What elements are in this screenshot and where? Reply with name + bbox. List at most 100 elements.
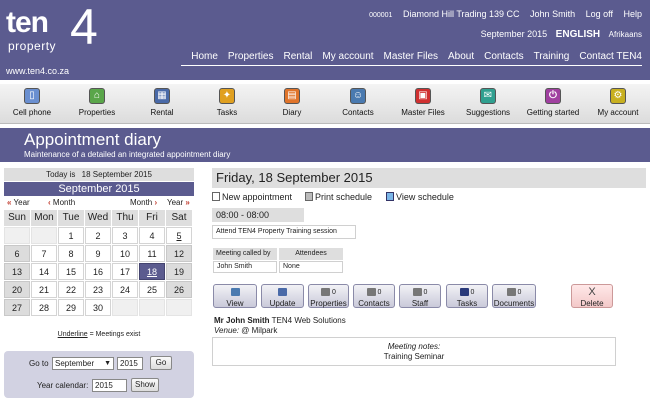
go-button[interactable]: Go <box>150 356 172 370</box>
ten4-logo[interactable]: ten 4 property <box>6 2 106 56</box>
documents-button[interactable]: 0 Documents <box>492 284 536 308</box>
next-year-link[interactable]: Year » <box>167 198 190 207</box>
calendar-day[interactable]: 1 <box>58 227 84 244</box>
meeting-table-header: Meeting called by Attendees <box>213 248 345 260</box>
calendar-empty-cell <box>166 299 192 316</box>
calendar-day[interactable]: 13 <box>4 263 30 280</box>
toolbar-my-account[interactable]: ⚙ My account <box>583 88 650 117</box>
calendar-day[interactable]: 27 <box>4 299 30 316</box>
toolbar-label: Cell phone <box>12 108 52 117</box>
toolbar-label: Properties <box>78 108 116 117</box>
next-month-link[interactable]: Month › <box>130 198 157 207</box>
calendar-day[interactable]: 8 <box>58 245 84 262</box>
calendar-day[interactable]: 9 <box>85 245 111 262</box>
language-english[interactable]: ENGLISH <box>556 29 600 40</box>
toolbar-cell-phone[interactable]: ▯ Cell phone <box>0 88 67 117</box>
master-files-icon: ▣ <box>415 88 431 104</box>
calendar-day[interactable]: 23 <box>85 281 111 298</box>
logoff-link[interactable]: Log off <box>586 9 613 19</box>
toolbar-diary[interactable]: ▤ Diary <box>257 88 327 117</box>
calendar-day[interactable]: 20 <box>4 281 30 298</box>
calendar-day[interactable]: 30 <box>85 299 111 316</box>
show-button[interactable]: Show <box>131 378 159 392</box>
toolbar-tasks[interactable]: ✦ Tasks <box>192 88 262 117</box>
nav-rental[interactable]: Rental <box>284 51 313 65</box>
year-calendar-input[interactable]: 2015 <box>92 379 127 392</box>
calendar-day[interactable]: 6 <box>4 245 30 262</box>
goto-year-input[interactable]: 2015 <box>117 357 143 370</box>
appointment-time: 08:00 - 08:00 <box>212 208 304 222</box>
calendar-day[interactable]: 7 <box>31 245 57 262</box>
print-schedule-label: Print schedule <box>315 192 373 202</box>
calendar-day-with-meetings[interactable]: 5 <box>166 227 192 244</box>
contacts-button[interactable]: 0 Contacts <box>353 284 395 308</box>
toolbar-label: Tasks <box>216 108 238 117</box>
calendar-day[interactable]: 24 <box>112 281 138 298</box>
prev-month-link[interactable]: ‹ Month <box>48 198 75 207</box>
calendar-day[interactable]: 28 <box>31 299 57 316</box>
meeting-notes-value: Training Seminar <box>383 352 445 361</box>
goto-month-select[interactable]: September ▼ <box>52 357 114 370</box>
calendar-day[interactable]: 21 <box>31 281 57 298</box>
contacts-icon: ☺ <box>350 88 366 104</box>
staff-button[interactable]: 0 Staff <box>399 284 441 308</box>
legend-underline: Underline <box>57 331 88 338</box>
toolbar-properties[interactable]: ⌂ Properties <box>62 88 132 117</box>
calendar-day[interactable]: 15 <box>58 263 84 280</box>
view-schedule-link[interactable]: View schedule <box>386 192 454 202</box>
toolbar-contacts[interactable]: ☺ Contacts <box>323 88 393 117</box>
calendar-day[interactable]: 10 <box>112 245 138 262</box>
calendar-week: 6 7 8 9 10 11 12 <box>4 245 194 262</box>
calendar-day[interactable]: 19 <box>166 263 192 280</box>
calendar-day[interactable]: 4 <box>139 227 165 244</box>
legend-text: = Meetings exist <box>87 331 141 338</box>
calendar-week: 13 14 15 16 17 18 19 <box>4 263 194 280</box>
calendar-day[interactable]: 17 <box>112 263 138 280</box>
new-appointment-link[interactable]: New appointment <box>212 192 292 202</box>
nav-home[interactable]: Home <box>191 51 218 65</box>
help-link[interactable]: Help <box>623 9 642 19</box>
properties-button[interactable]: 0 Properties <box>308 284 349 308</box>
toolbar-label: Master Files <box>401 108 445 117</box>
nav-about[interactable]: About <box>448 51 474 65</box>
calendar-day-selected[interactable]: 18 <box>139 263 165 280</box>
goto-label: Go to <box>29 359 49 368</box>
calendar-day[interactable]: 3 <box>112 227 138 244</box>
calendar-day[interactable]: 25 <box>139 281 165 298</box>
toolbar-rental[interactable]: ▦ Rental <box>127 88 197 117</box>
site-url[interactable]: www.ten4.co.za <box>6 66 69 76</box>
today-label: Today is <box>46 170 76 179</box>
prev-year-label: Year <box>13 198 30 207</box>
language-afrikaans[interactable]: Afrikaans <box>609 30 642 39</box>
delete-button[interactable]: X Delete <box>571 284 613 308</box>
calendar-day[interactable]: 2 <box>85 227 111 244</box>
weekday-thu: Thu <box>112 210 138 226</box>
calendar-day[interactable]: 16 <box>85 263 111 280</box>
calendar-day[interactable]: 26 <box>166 281 192 298</box>
app-header: ten 4 property www.ten4.co.za 000001 Dia… <box>0 0 650 80</box>
suggestions-icon: ✉ <box>480 88 496 104</box>
toolbar-master-files[interactable]: ▣ Master Files <box>388 88 458 117</box>
nav-my-account[interactable]: My account <box>322 51 373 65</box>
toolbar-getting-started[interactable]: ⏻ Getting started <box>518 88 588 117</box>
nav-properties[interactable]: Properties <box>228 51 274 65</box>
toolbar-suggestions[interactable]: ✉ Suggestions <box>453 88 523 117</box>
nav-training[interactable]: Training <box>534 51 570 65</box>
next-month-label: Month <box>130 198 153 207</box>
print-schedule-link[interactable]: Print schedule <box>305 192 372 202</box>
weekday-sat: Sat <box>166 210 192 226</box>
meeting-called-by-value: John Smith <box>213 261 277 273</box>
calendar-day[interactable]: 22 <box>58 281 84 298</box>
update-button[interactable]: Update <box>261 284 304 308</box>
nav-master-files[interactable]: Master Files <box>384 51 438 65</box>
nav-contacts[interactable]: Contacts <box>484 51 523 65</box>
nav-contact-ten4[interactable]: Contact TEN4 <box>579 51 642 65</box>
printer-icon <box>305 192 313 201</box>
prev-year-link[interactable]: « Year <box>7 198 30 207</box>
calendar-day[interactable]: 29 <box>58 299 84 316</box>
calendar-day[interactable]: 12 <box>166 245 192 262</box>
calendar-day[interactable]: 11 <box>139 245 165 262</box>
tasks-button[interactable]: 0 Tasks <box>446 284 488 308</box>
calendar-day[interactable]: 14 <box>31 263 57 280</box>
view-button[interactable]: View <box>213 284 257 308</box>
